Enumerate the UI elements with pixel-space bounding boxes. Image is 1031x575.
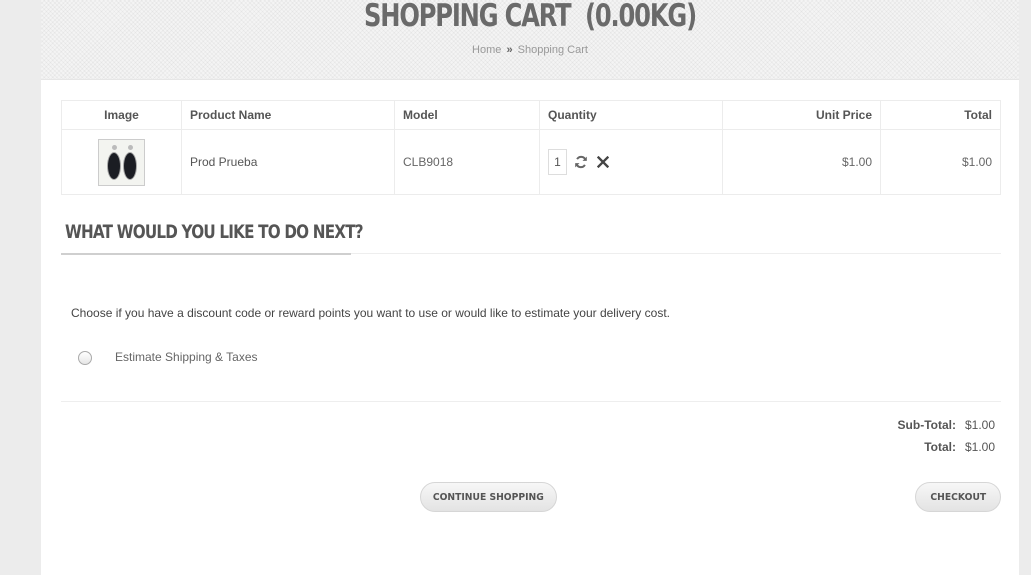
earring-stone-right [123,151,137,180]
cart-totals: Sub-Total: $1.00 Total: $1.00 [898,414,995,458]
page-title: SHOPPING CART (0.00KG) [364,0,697,34]
cell-image [61,129,182,195]
continue-shopping-button[interactable]: CONTINUE SHOPPING [420,482,557,512]
subtotal-label: Sub-Total: [897,418,956,432]
checkout-button[interactable]: CHECKOUT [915,482,1001,512]
earrings-product-image[interactable] [98,138,145,186]
close-icon[interactable] [595,154,611,170]
estimate-shipping-label[interactable]: Estimate Shipping & Taxes [115,350,258,364]
subtotal-value: $1.00 [964,418,995,432]
product-name: Prod Prueba [181,129,395,195]
quantity-controls [548,149,714,175]
breadcrumb-separator: » [506,44,513,56]
quantity-input[interactable] [548,149,567,175]
checkout-label: CHECKOUT [930,491,986,503]
row-total: $1.00 [880,129,1001,195]
estimate-shipping-radio[interactable] [78,351,92,365]
earring-stone-left [107,151,121,180]
divider [61,401,1001,402]
heading-underline [61,253,351,255]
subtotal-row: Sub-Total: $1.00 [898,414,995,436]
total-label: Total: [924,440,956,454]
column-unit-price: Unit Price [722,100,881,130]
next-steps-heading: WHAT WOULD YOU LIKE TO DO NEXT? [65,221,364,243]
breadcrumb: Home » Shopping Cart [41,44,1019,56]
page-header: SHOPPING CART (0.00KG) Home » Shopping C… [41,0,1019,80]
estimate-shipping-option[interactable]: Estimate Shipping & Taxes [78,348,258,365]
table-row: Prod Prueba CLB9018 1 $1.00 $1.00 [61,129,1001,195]
product-name-link[interactable]: Prod Prueba [190,155,257,169]
cart-table: Image Product Name Model Quantity Unit P… [61,100,1001,195]
total-row: Total: $1.00 [898,436,995,458]
column-product-name: Product Name [181,100,395,130]
unit-price: $1.00 [722,129,881,195]
cell-quantity [539,129,723,195]
content-page: SHOPPING CART (0.00KG) Home » Shopping C… [41,0,1019,575]
column-model: Model [394,100,540,130]
earring-post-left [112,144,117,150]
column-image: Image [61,100,182,130]
heading-divider [351,253,1001,254]
breadcrumb-current-link[interactable]: Shopping Cart [518,44,588,56]
earring-post-right [128,144,133,150]
continue-shopping-label: CONTINUE SHOPPING [433,491,544,503]
breadcrumb-home-link[interactable]: Home [472,44,501,56]
column-total: Total [880,100,1001,130]
product-model: CLB9018 [394,129,540,195]
cart-table-header: Image Product Name Model Quantity Unit P… [61,100,1001,130]
refresh-icon[interactable] [573,154,589,170]
column-quantity: Quantity [539,100,723,130]
total-value: $1.00 [964,440,995,454]
next-steps-description: Choose if you have a discount code or re… [71,306,670,320]
